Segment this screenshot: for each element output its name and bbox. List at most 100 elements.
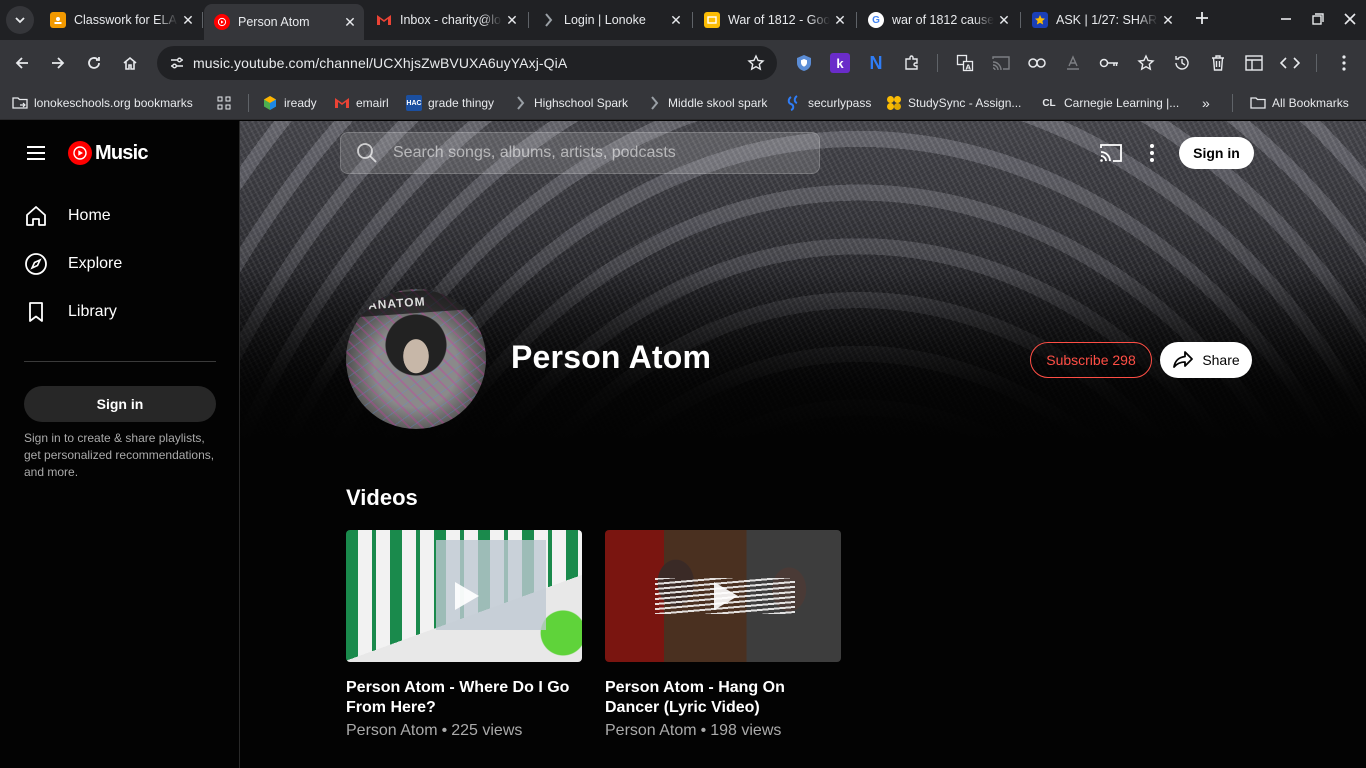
restore-icon [1312, 13, 1324, 25]
restore-button[interactable] [1306, 8, 1330, 32]
translate-icon[interactable]: A [955, 53, 975, 73]
tab-title: war of 1812 causes [892, 13, 994, 27]
plus-icon [1196, 12, 1208, 24]
spark-icon [512, 95, 528, 111]
video-card[interactable]: Person Atom - Hang On Dancer (Lyric Vide… [605, 530, 841, 742]
new-tab-button[interactable] [1190, 8, 1214, 32]
reload-icon [88, 57, 100, 69]
shield-extension-icon[interactable] [794, 53, 814, 73]
nav-label: Home [68, 207, 111, 224]
tab-ask-share[interactable]: ASK | 1/27: SHARE ✕ [1022, 4, 1182, 36]
subscribe-button[interactable]: Subscribe 298 [1030, 342, 1152, 378]
more-options-icon[interactable] [1140, 141, 1164, 165]
bookmark-divider [1232, 94, 1233, 112]
bookmark-lonokeschools[interactable]: lonokeschools.org bookmarks [12, 93, 193, 113]
delete-icon[interactable] [1208, 53, 1228, 73]
browser-menu-icon[interactable] [1334, 53, 1354, 73]
bookmarks-star-icon[interactable] [1136, 53, 1156, 73]
spark-icon [540, 12, 556, 28]
tab-divider [202, 12, 203, 28]
tab-login-lonoke[interactable]: Login | Lonoke ✕ [530, 4, 690, 36]
youtube-music-app: Music Home Explore Library Sign in Sign … [0, 121, 1366, 768]
youtube-music-logo[interactable]: Music [68, 141, 148, 165]
sidebar-sign-in-button[interactable]: Sign in [24, 386, 216, 422]
close-icon[interactable]: ✕ [830, 12, 850, 29]
artist-name: Person Atom [511, 339, 712, 375]
video-meta: Person Atom • 225 views [346, 720, 582, 742]
site-info-icon[interactable] [161, 55, 193, 71]
nav-explore[interactable]: Explore [24, 249, 122, 279]
home-button[interactable] [116, 49, 144, 77]
chevron-double-right-icon: » [1202, 95, 1210, 111]
bookmark-carnegie[interactable]: CL Carnegie Learning |... [1040, 93, 1179, 113]
search-box[interactable]: Search songs, albums, artists, podcasts [340, 132, 820, 174]
video-artist[interactable]: Person Atom [346, 722, 438, 739]
n-extension-icon[interactable]: N [866, 53, 886, 73]
tab-war-of-1812-slides[interactable]: War of 1812 - Google Slides ✕ [694, 4, 854, 36]
search-icon [357, 143, 377, 163]
cast-icon[interactable] [1099, 141, 1123, 165]
close-window-button[interactable] [1338, 8, 1362, 32]
minimize-button[interactable] [1274, 8, 1298, 32]
video-meta: Person Atom • 198 views [605, 720, 841, 742]
bookmark-apps[interactable] [216, 93, 238, 113]
address-bar[interactable]: music.youtube.com/channel/UCXhjsZwBVUXA6… [157, 46, 777, 80]
reload-button[interactable] [80, 49, 108, 77]
tab-inbox[interactable]: Inbox - charity@lonoke ✕ [366, 4, 526, 36]
tab-war-of-1812-search[interactable]: G war of 1812 causes ✕ [858, 4, 1018, 36]
close-icon[interactable]: ✕ [1158, 12, 1178, 29]
extensions-puzzle-icon[interactable] [902, 53, 922, 73]
tab-person-atom[interactable]: Person Atom ✕ [204, 4, 364, 40]
video-thumbnail[interactable] [605, 530, 841, 662]
bookmark-emairl[interactable]: emairl [334, 93, 389, 113]
close-icon[interactable]: ✕ [666, 12, 686, 29]
tab-search-button[interactable] [6, 6, 34, 34]
tab-classwork[interactable]: Classwork for ELA ✕ [40, 4, 202, 36]
bookmark-securlypass[interactable]: securlypass [786, 93, 871, 113]
code-icon[interactable] [1280, 53, 1300, 73]
video-artist[interactable]: Person Atom [605, 722, 697, 739]
bookmark-label: emairl [356, 96, 389, 110]
bookmark-highschool-spark[interactable]: Highschool Spark [512, 93, 628, 113]
bookmark-studysync[interactable]: StudySync - Assign... [886, 93, 1021, 113]
nav-home[interactable]: Home [24, 201, 111, 231]
back-button[interactable] [8, 49, 36, 77]
google-icon: G [868, 12, 884, 28]
nav-label: Explore [68, 255, 123, 272]
close-icon[interactable]: ✕ [178, 12, 198, 29]
menu-icon[interactable] [24, 141, 48, 165]
bookmarks-overflow-button[interactable]: » [1202, 93, 1210, 113]
history-icon[interactable] [1172, 53, 1192, 73]
sidebar-divider [24, 361, 216, 362]
share-button[interactable]: Share [1160, 342, 1252, 378]
bookmark-middle-skool-spark[interactable]: Middle skool spark [646, 93, 767, 113]
bookmark-divider [248, 94, 249, 112]
minimize-icon [1281, 18, 1291, 20]
folder-icon [1250, 95, 1266, 111]
browser-toolbar: music.youtube.com/channel/UCXhjsZwBVUXA6… [0, 40, 1366, 86]
close-icon[interactable]: ✕ [340, 14, 360, 31]
tab-title: War of 1812 - Google Slides [728, 13, 830, 27]
video-title[interactable]: Person Atom - Where Do I Go From Here? [346, 678, 582, 718]
close-icon[interactable]: ✕ [502, 12, 522, 29]
bookmark-grade-thingy[interactable]: HAC grade thingy [406, 93, 494, 113]
link-icon[interactable] [1027, 53, 1047, 73]
kami-extension-icon[interactable]: k [830, 53, 850, 73]
header-sign-in-button[interactable]: Sign in [1179, 137, 1254, 169]
video-title[interactable]: Person Atom - Hang On Dancer (Lyric Vide… [605, 678, 841, 718]
forward-button[interactable] [44, 49, 72, 77]
iready-icon [262, 95, 278, 111]
all-bookmarks-button[interactable]: All Bookmarks [1250, 93, 1349, 113]
video-card[interactable]: Person Atom - Where Do I Go From Here? P… [346, 530, 582, 742]
performance-icon[interactable] [1063, 53, 1083, 73]
side-panel-icon[interactable] [1244, 53, 1264, 73]
video-thumbnail[interactable] [346, 530, 582, 662]
nav-library[interactable]: Library [24, 297, 117, 327]
bookmark-iready[interactable]: iready [262, 93, 317, 113]
bookmark-star-icon[interactable] [747, 54, 765, 77]
close-icon[interactable]: ✕ [994, 12, 1014, 29]
key-icon[interactable] [1099, 53, 1119, 73]
nav-label: Library [68, 303, 117, 320]
cast-disabled-icon[interactable] [991, 53, 1011, 73]
carnegie-icon: CL [1042, 97, 1056, 109]
